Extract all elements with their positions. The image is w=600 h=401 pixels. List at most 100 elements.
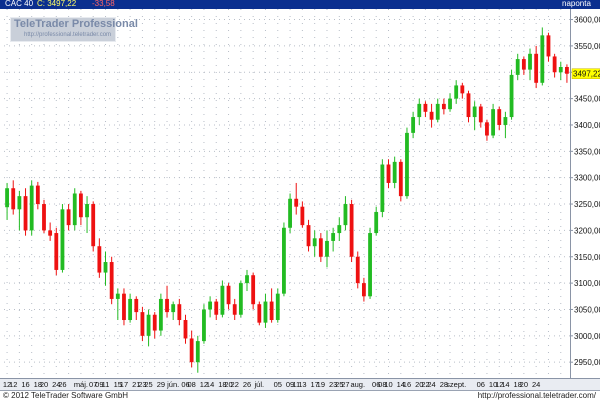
candle-down[interactable]	[269, 301, 274, 321]
candle-down[interactable]	[251, 275, 256, 305]
candle-up[interactable]	[325, 240, 329, 257]
candle-up[interactable]	[208, 301, 213, 310]
candle-down[interactable]	[398, 161, 403, 197]
candle-up[interactable]	[509, 74, 514, 118]
candle-down[interactable]	[460, 85, 465, 94]
candle-down[interactable]	[546, 35, 551, 57]
candle-up[interactable]	[454, 85, 459, 99]
candle-down[interactable]	[534, 53, 539, 83]
candle-up[interactable]	[85, 204, 89, 218]
chart-window: CAC 40 C: 3497,22 -33,58 naponta 3600,00…	[0, 0, 600, 401]
candle-down[interactable]	[429, 111, 434, 120]
candle-down[interactable]	[386, 164, 391, 183]
candle-down[interactable]	[478, 106, 483, 123]
candle-down[interactable]	[189, 338, 194, 363]
candle-up[interactable]	[282, 227, 286, 294]
candle-down[interactable]	[521, 59, 526, 70]
candle-down[interactable]	[441, 103, 446, 110]
candle-down[interactable]	[300, 206, 305, 226]
candle-down[interactable]	[214, 301, 219, 315]
candle-up[interactable]	[337, 225, 342, 234]
candle-down[interactable]	[97, 246, 102, 273]
x-tick-label: 12	[9, 380, 17, 389]
candle-down[interactable]	[23, 196, 28, 231]
candle-up[interactable]	[558, 66, 563, 73]
candle-down[interactable]	[11, 188, 16, 210]
candle-up[interactable]	[392, 161, 397, 183]
y-tick-label: 3450,00	[574, 95, 600, 104]
candlestick-chart[interactable]: 3600,003550,003500,003450,003400,003350,…	[0, 9, 600, 390]
candle-up[interactable]	[448, 98, 452, 110]
candle-down[interactable]	[565, 66, 569, 74]
candle-up[interactable]	[146, 314, 151, 336]
candle-down[interactable]	[177, 304, 182, 321]
watermark-url: http://professional.teletrader.com	[24, 32, 112, 38]
candle-down[interactable]	[134, 298, 139, 313]
candle-down[interactable]	[294, 198, 299, 207]
candle-up[interactable]	[245, 275, 249, 284]
candle-up[interactable]	[540, 35, 545, 83]
x-tick-label: 05	[274, 380, 282, 389]
candle-down[interactable]	[66, 209, 71, 226]
candle-down[interactable]	[152, 314, 157, 331]
candle-up[interactable]	[405, 132, 409, 197]
candle-down[interactable]	[306, 225, 311, 247]
candle-up[interactable]	[411, 117, 416, 133]
y-tick-label: 3150,00	[574, 253, 600, 262]
candle-down[interactable]	[257, 304, 262, 323]
candle-up[interactable]	[368, 233, 372, 297]
candle-down[interactable]	[552, 56, 557, 73]
candle-down[interactable]	[140, 312, 145, 336]
candle-up[interactable]	[171, 304, 176, 313]
candle-up[interactable]	[115, 293, 120, 299]
candle-up[interactable]	[312, 238, 317, 247]
candle-up[interactable]	[515, 59, 520, 75]
candle-down[interactable]	[183, 320, 188, 339]
candle-up[interactable]	[472, 106, 477, 118]
candle-down[interactable]	[91, 204, 96, 247]
candle-down[interactable]	[349, 204, 354, 257]
candle-down[interactable]	[497, 109, 502, 125]
candle-down[interactable]	[42, 204, 46, 231]
candle-down[interactable]	[361, 283, 366, 297]
candle-up[interactable]	[72, 193, 77, 226]
candle-down[interactable]	[232, 304, 237, 315]
candle-down[interactable]	[54, 233, 59, 270]
candle-down[interactable]	[78, 193, 83, 218]
candle-down[interactable]	[318, 238, 323, 257]
candle-up[interactable]	[288, 198, 292, 228]
candle-down[interactable]	[165, 298, 169, 313]
candle-up[interactable]	[263, 301, 268, 323]
candle-up[interactable]	[435, 103, 440, 120]
candle-up[interactable]	[29, 185, 34, 231]
candle-up[interactable]	[374, 211, 379, 234]
candle-up[interactable]	[195, 341, 200, 363]
candle-up[interactable]	[491, 109, 496, 136]
candle-up[interactable]	[202, 309, 206, 342]
candle-down[interactable]	[35, 185, 40, 205]
candle-up[interactable]	[238, 283, 243, 315]
candle-up[interactable]	[128, 298, 133, 321]
candle-up[interactable]	[103, 262, 108, 273]
candle-down[interactable]	[466, 93, 471, 118]
candle-down[interactable]	[423, 103, 428, 112]
candle-up[interactable]	[528, 53, 532, 70]
candle-up[interactable]	[220, 285, 225, 315]
candle-up[interactable]	[275, 293, 280, 321]
candle-up[interactable]	[17, 196, 22, 210]
candle-down[interactable]	[226, 285, 231, 305]
candle-down[interactable]	[48, 230, 53, 236]
x-tick-label: aug.	[350, 380, 365, 389]
candle-up[interactable]	[5, 188, 9, 208]
candle-down[interactable]	[355, 256, 360, 284]
candle-up[interactable]	[343, 204, 348, 226]
candle-up[interactable]	[60, 209, 65, 270]
candle-up[interactable]	[380, 164, 385, 212]
candle-up[interactable]	[503, 117, 508, 125]
candle-down[interactable]	[109, 262, 114, 299]
candle-down[interactable]	[485, 122, 489, 136]
candle-up[interactable]	[331, 233, 336, 241]
candle-up[interactable]	[417, 103, 422, 118]
candle-down[interactable]	[122, 293, 126, 321]
candle-up[interactable]	[158, 298, 163, 331]
